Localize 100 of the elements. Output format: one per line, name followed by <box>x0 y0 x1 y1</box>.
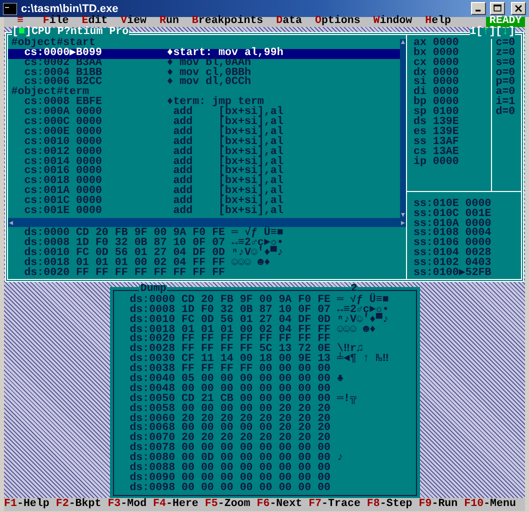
scroll-up-box[interactable]: [↑] <box>476 28 496 38</box>
memory-bytes: CF 11 14 00 18 00 9E 13 <box>182 355 332 366</box>
menu-item[interactable]: Run <box>153 17 186 27</box>
system-menu[interactable]: ≡ <box>4 17 36 27</box>
stack-entry: ss:010C 001E <box>413 210 492 220</box>
mnemonic: add <box>172 207 194 217</box>
close-button[interactable] <box>511 2 526 15</box>
code-address: cs:0016 0000 <box>23 167 103 178</box>
memory-bytes: FC 0D 56 01 27 04 DF 0D <box>182 316 332 326</box>
code-address: cs:0010 0000 <box>23 138 103 148</box>
register-name: ss <box>413 138 426 148</box>
menu-item[interactable]: Help <box>418 17 458 27</box>
memory-bytes: 00 00 00 00 00 00 00 00 <box>182 474 332 484</box>
function-key[interactable]: F8-Step <box>366 498 412 511</box>
stack-entry: ss:0100▶52FB <box>413 269 492 279</box>
operands: [bx+si],al <box>218 207 284 217</box>
memory-bytes: 00 0D 00 00 00 00 00 00 <box>182 454 332 464</box>
register-name: bp <box>413 98 426 108</box>
menu-item[interactable]: Window <box>366 17 419 27</box>
code-address: cs:001A 0000 <box>23 187 103 198</box>
code-line[interactable]: cs:0004 B1BB ♦ mov cl,0BBh <box>8 68 400 78</box>
memory-bytes: FF FF FF FF 5C 13 72 0E <box>182 345 332 356</box>
close-box[interactable]: [■] <box>12 28 32 38</box>
code-address: cs:000C 0000 <box>23 118 103 128</box>
function-key[interactable]: F9-Run <box>418 498 458 511</box>
memory-bytes: CD 21 CB 00 00 00 00 00 <box>182 394 332 405</box>
register-value: 0100 <box>432 108 459 118</box>
function-key[interactable]: F1-Help <box>4 498 50 511</box>
register-name: cx <box>413 58 426 69</box>
memory-bytes: FF FF FF FF FF FF FF FF <box>182 335 332 346</box>
function-key[interactable]: F4-Here <box>153 498 198 511</box>
register-name: cs <box>413 148 426 158</box>
code-address: cs:0014 0000 <box>23 158 103 168</box>
function-key[interactable]: F3-Mod <box>108 498 147 511</box>
register-value: 0000 <box>432 58 459 69</box>
memory-chars: ☺☺☺ ☻♦ <box>232 259 270 269</box>
memory-bytes: FF FF FF FF 00 00 00 00 <box>182 365 332 376</box>
memory-bytes: 20 20 20 20 20 20 20 20 <box>182 414 332 424</box>
scroll-right-icon[interactable] <box>400 220 406 226</box>
memory-bytes: 20 20 20 20 20 20 20 20 <box>182 434 332 444</box>
function-key[interactable]: F5-Zoom <box>204 498 250 511</box>
menu-item[interactable]: View <box>114 17 154 27</box>
function-key[interactable]: F2-Bkpt <box>56 498 102 511</box>
memory-bytes: FC 0D 56 01 27 04 DF 0D <box>76 249 226 260</box>
window-number: 1 <box>470 28 476 38</box>
menu-item[interactable]: Edit <box>75 17 114 27</box>
function-key[interactable]: F6-Next <box>256 498 302 511</box>
memory-chars: ═!╦ <box>337 394 356 405</box>
flag-label: s=0 <box>496 58 516 69</box>
operands: [bx+si],al <box>218 128 284 138</box>
memory-bytes: 00 00 00 00 00 00 00 00 <box>182 444 332 454</box>
menu-item[interactable]: Options <box>308 17 367 27</box>
scroll-down-icon[interactable] <box>400 212 406 218</box>
register-value: 13AF <box>432 138 459 148</box>
memory-chars: ↔≡2♂ç►☼• <box>337 306 389 316</box>
register-value: 0000 <box>432 38 459 49</box>
register-value: 0000 <box>432 48 459 59</box>
register-value: 0000 <box>432 78 459 88</box>
menu-item[interactable]: Breakpoints <box>185 17 270 27</box>
flag-label: c=0 <box>496 38 516 49</box>
code-label: #object#start <box>10 38 96 49</box>
code-address: cs:0008 EBFE <box>24 98 103 108</box>
minimize-button[interactable] <box>471 2 486 15</box>
operands: [bx+si],al <box>218 158 284 168</box>
register-value: 0000 <box>432 158 459 168</box>
code-line[interactable]: cs:001E 0000 add [bx+si],al <box>8 207 400 217</box>
memory-bytes: 05 00 00 00 00 00 00 00 <box>182 375 332 385</box>
window-title: c:\tasm\bin\TD.exe <box>21 2 120 14</box>
function-key[interactable]: F7-Trace <box>308 498 360 511</box>
memory-address: ds:0020 <box>23 269 71 279</box>
stack-entry: ss:0102 0403 <box>413 259 492 269</box>
scroll-down-box[interactable]: [↓] <box>496 28 515 38</box>
instruction: ♦ mov dl,0CCh <box>166 78 251 88</box>
menu-item[interactable]: Data <box>270 17 308 27</box>
memory-chars: ♪ <box>337 454 344 464</box>
stack-entry: ss:0104 0028 <box>413 249 492 260</box>
code-address: cs:001C 0000 <box>23 197 103 208</box>
stack-entry: ss:0106 0000 <box>413 239 492 250</box>
register-value: 13AE <box>432 148 459 158</box>
operands: [bx+si],al <box>218 118 284 128</box>
maximize-button[interactable] <box>490 2 505 15</box>
memory-bytes: 00 00 00 00 00 00 00 00 <box>182 484 332 494</box>
code-address: cs:000E 0000 <box>23 128 103 138</box>
menu-item[interactable]: File <box>36 17 76 27</box>
memory-chars: ═ √ƒ Ü≡■ <box>337 296 389 306</box>
register-value: 0000 <box>432 68 459 78</box>
console-icon <box>3 2 17 14</box>
operands: [bx+si],al <box>218 138 284 148</box>
memory-bytes: CD 20 FB 9F 00 9A F0 FE <box>76 229 226 240</box>
memory-chars: ♣ <box>337 375 344 385</box>
scroll-up-icon[interactable] <box>400 38 406 45</box>
code-address: cs:000A 0000 <box>23 108 103 118</box>
vertical-scrollbar[interactable] <box>400 38 406 218</box>
function-key[interactable]: F10-Menu <box>464 498 516 511</box>
memory-bytes: 00 00 00 00 00 00 00 00 <box>182 464 332 474</box>
memory-chars: ☺☺☺ ☻♦ <box>337 326 376 336</box>
horizontal-scrollbar[interactable] <box>8 218 406 228</box>
scroll-left-icon[interactable] <box>8 220 14 226</box>
window-title: CPU P?ntium Pro <box>31 28 129 38</box>
window-number: 2 <box>350 284 358 295</box>
